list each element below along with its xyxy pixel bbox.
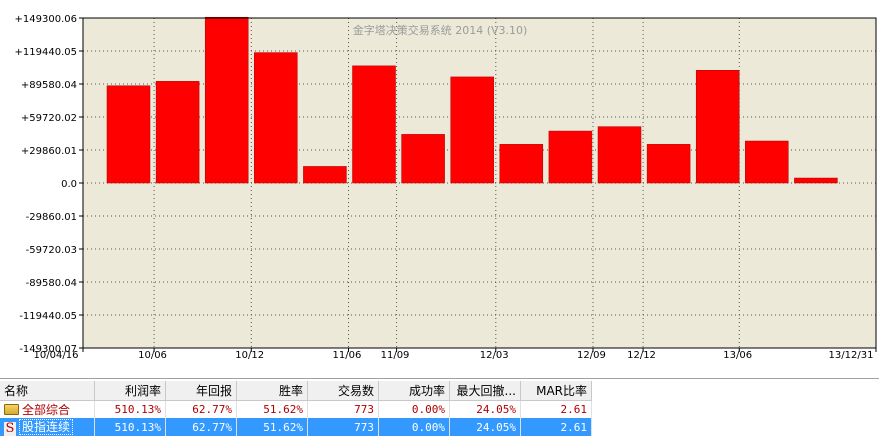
cell-win-rate: 51.62%	[236, 400, 308, 418]
table-row-all[interactable]: 全部综合 510.13% 62.77% 51.62% 773 0.00% 24.…	[0, 400, 592, 418]
cell-max-drawdown: 24.05%	[449, 400, 521, 418]
cell-success-rate: 0.00%	[378, 418, 450, 436]
x-tick-label: 11/06	[333, 350, 362, 361]
table-header-row: 名称 利润率 年回报 胜率 交易数 成功率 最大回撤... MAR比率	[0, 381, 592, 401]
x-tick-label: 11/09	[381, 350, 410, 361]
row-name: 全部综合	[22, 403, 71, 417]
y-tick-label: +149300.06	[15, 14, 77, 25]
x-tick-label: 13/12/31	[829, 350, 874, 361]
bar	[597, 126, 642, 184]
y-tick-label: -29860.01	[26, 212, 77, 223]
y-tick-label: +59720.02	[21, 113, 77, 124]
bar	[401, 134, 445, 184]
bar	[254, 52, 298, 184]
col-header-name[interactable]: 名称	[0, 381, 95, 401]
table-row-selected[interactable]: S 股指连续 510.13% 62.77% 51.62% 773 0.00% 24…	[0, 418, 592, 436]
bar	[303, 166, 347, 184]
bar	[352, 65, 396, 184]
bar	[499, 144, 544, 184]
cell-annual-return: 62.77%	[165, 418, 237, 436]
row-name: 股指连续	[19, 419, 74, 435]
col-header-annual-return[interactable]: 年回报	[165, 381, 237, 401]
y-tick-label: -119440.05	[19, 311, 77, 322]
cell-trade-count: 773	[307, 418, 379, 436]
cell-max-drawdown: 24.05%	[449, 418, 521, 436]
bar	[106, 85, 151, 184]
col-header-win-rate[interactable]: 胜率	[236, 381, 308, 401]
y-tick-label: -89580.04	[26, 278, 77, 289]
x-tick-label: 10/04/16	[34, 350, 79, 361]
x-tick-label: 10/12	[235, 350, 264, 361]
stats-table: 名称 利润率 年回报 胜率 交易数 成功率 最大回撤... MAR比率 全部综合…	[0, 381, 592, 436]
bar	[204, 16, 249, 184]
cell-trade-count: 773	[307, 400, 379, 418]
bar	[745, 140, 789, 184]
bar-chart: +149300.06 +119440.05 +89580.04 +59720.02 +2…	[15, 14, 877, 361]
stats-panel: 名称 利润率 年回报 胜率 交易数 成功率 最大回撤... MAR比率 全部综合…	[0, 378, 879, 446]
bar	[155, 81, 200, 184]
col-header-trade-count[interactable]: 交易数	[307, 381, 379, 401]
col-header-max-drawdown[interactable]: 最大回撤...	[449, 381, 521, 401]
cell-annual-return: 62.77%	[165, 400, 237, 418]
s-icon: S	[4, 421, 16, 436]
col-header-profit-rate[interactable]: 利润率	[94, 381, 166, 401]
y-tick-label: +29860.01	[21, 146, 77, 157]
y-tick-label: -59720.03	[26, 245, 77, 256]
bar	[548, 130, 593, 184]
col-header-success-rate[interactable]: 成功率	[378, 381, 450, 401]
x-tick-label: 13/06	[723, 350, 752, 361]
chart-title-watermark: 金字塔决策交易系统 2014 (V3.10)	[353, 23, 528, 37]
cell-profit-rate: 510.13%	[94, 400, 166, 418]
y-tick-label: +89580.04	[21, 80, 77, 91]
bar	[450, 76, 494, 184]
x-tick-label: 12/09	[577, 350, 606, 361]
x-tick-label: 10/06	[138, 350, 167, 361]
x-tick-label: 12/03	[480, 350, 509, 361]
folder-icon	[4, 404, 19, 415]
bar	[794, 177, 838, 184]
bar	[695, 70, 740, 184]
row-name-cell: S 股指连续	[0, 418, 95, 436]
cell-mar-ratio: 2.61	[520, 418, 592, 436]
cell-success-rate: 0.00%	[378, 400, 450, 418]
y-tick-label: 0.0	[61, 179, 77, 190]
cell-profit-rate: 510.13%	[94, 418, 166, 436]
row-name-cell: 全部综合	[0, 400, 95, 418]
cell-mar-ratio: 2.61	[520, 400, 592, 418]
y-tick-label: +119440.05	[15, 47, 77, 58]
chart-area: +149300.06 +119440.05 +89580.04 +59720.02 +2…	[0, 0, 879, 378]
cell-win-rate: 51.62%	[236, 418, 308, 436]
x-tick-label: 12/12	[627, 350, 656, 361]
col-header-mar-ratio[interactable]: MAR比率	[520, 381, 592, 401]
bar	[646, 144, 691, 184]
